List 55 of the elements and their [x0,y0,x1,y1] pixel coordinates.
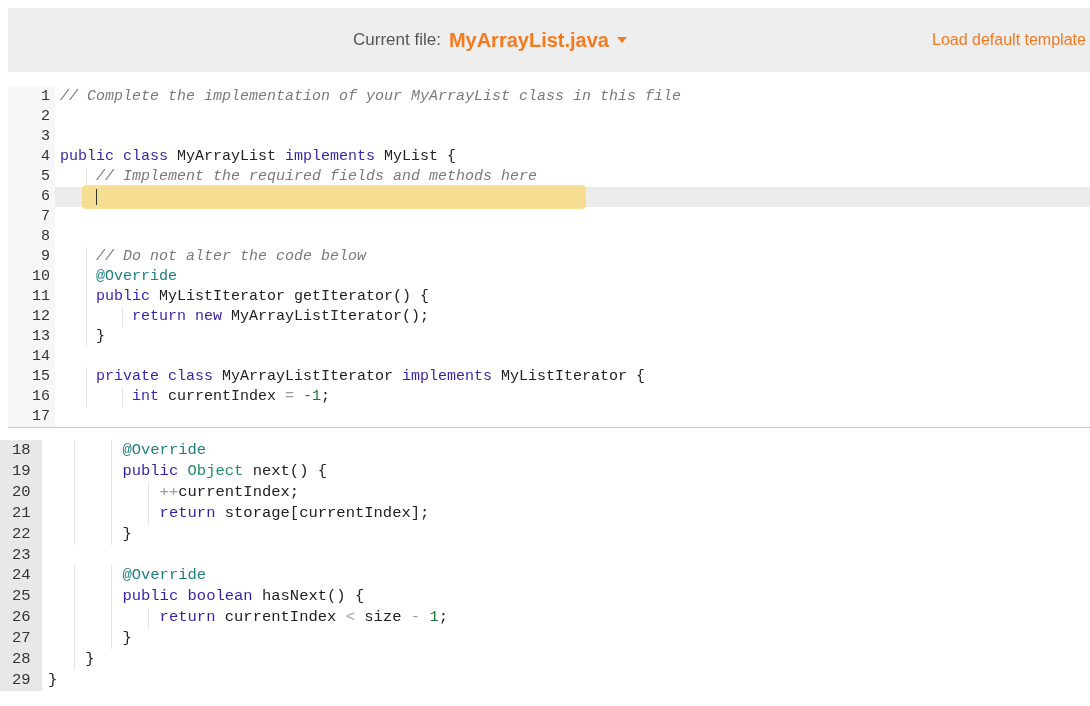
line-number: 27 [0,628,42,650]
line-number: 7 [8,207,55,227]
current-file-label: Current file: [353,29,441,52]
line-number: 12 [8,307,55,327]
load-template-link[interactable]: Load default template [932,28,1090,52]
code-line: return new MyArrayListIterator(); [131,308,430,325]
line-number: 15 [8,367,55,387]
line-number: 10 [8,267,55,287]
line-number: 28 [0,649,42,670]
line-number: 3 [8,127,55,147]
line-number: 13 [8,327,55,347]
line-number: 23 [0,544,42,566]
code-line: } [121,629,132,648]
line-number: 26 [0,607,42,629]
line-number: 22 [0,523,42,545]
code-line: } [95,328,105,345]
code-line: return storage[currentIndex]; [158,503,430,522]
code-line: ++currentIndex; [158,482,300,501]
line-number: 8 [8,227,55,247]
line-number: 2 [8,107,55,127]
line-number: 19 [0,460,42,482]
code-line: @Override [95,268,178,285]
code-line: return currentIndex < size - 1; [158,608,449,627]
line-number: 14 [8,347,55,367]
code-line: } [48,670,58,689]
line-number: 17 [8,407,55,427]
line-number: 1 [8,87,55,107]
line-number: 24 [0,565,42,587]
code-line: int currentIndex = -1; [131,388,331,405]
line-number: 16 [8,387,55,407]
code-line: // Implement the required fields and methods here [95,168,538,185]
line-number: 25 [0,586,42,608]
line-number: 6 [8,187,55,207]
code-line: public boolean hasNext() { [121,587,365,606]
line-number: 11 [8,287,55,307]
code-line: public MyListIterator getIterator() { [95,288,430,305]
code-line: // Do not alter the code below [95,248,367,265]
text-cursor [96,189,97,205]
line-number: 18 [0,440,42,461]
line-number: 29 [0,669,42,691]
code-line: public class MyArrayList implements MyList { [60,148,457,165]
code-line: } [84,650,95,669]
caret-icon [616,37,627,43]
line-number: 20 [0,481,42,503]
code-line: } [121,524,132,543]
code-line: @Override [121,566,207,585]
line-number: 4 [8,147,55,167]
code-line: // Complete the implementation of your MyArrayList class in this file [60,88,682,105]
code-line: private class MyArrayListIterator implements MyListIterator { [95,368,646,385]
file-dropdown[interactable]: MyArrayList.java [448,25,627,55]
line-number: 9 [8,247,55,267]
code-line: public Object next() { [121,461,328,480]
line-number: 21 [0,502,42,524]
line-number: 5 [8,167,55,187]
code-line: @Override [121,441,207,459]
